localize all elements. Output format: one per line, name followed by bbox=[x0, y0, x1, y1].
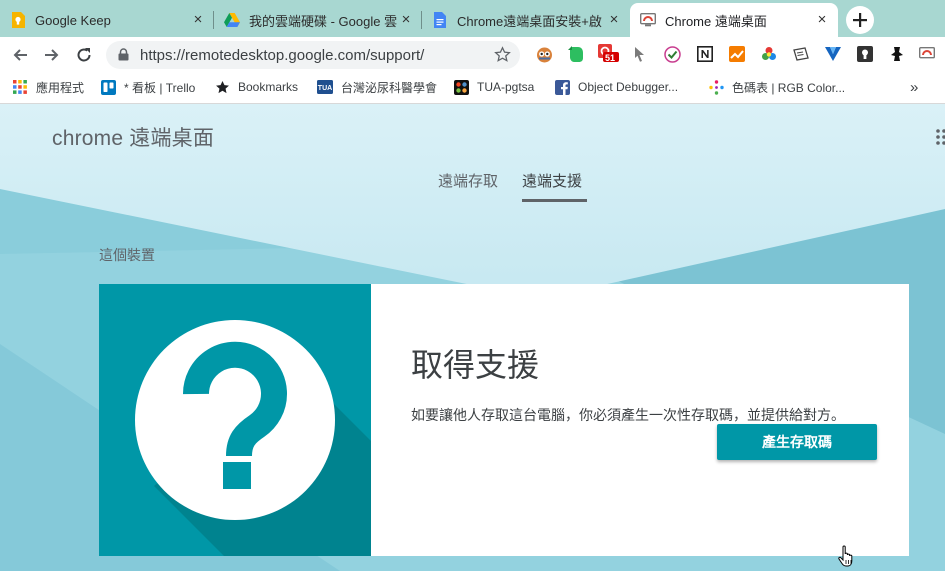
star-icon bbox=[214, 79, 230, 95]
bookmark-color-table[interactable]: 色碼表 | RGB Color... bbox=[708, 79, 845, 95]
arrow-left-icon bbox=[13, 49, 27, 61]
close-icon[interactable]: × bbox=[606, 12, 622, 28]
tab-strip: Google Keep × 我的雲端硬碟 - Google 雲 × Chrome… bbox=[0, 0, 945, 37]
reload-button[interactable] bbox=[73, 44, 95, 66]
remote-desktop-icon bbox=[640, 12, 656, 28]
close-icon[interactable]: × bbox=[190, 12, 206, 28]
tab-title: Chrome遠端桌面安裝+啟 bbox=[457, 13, 602, 29]
bookmark-label: * 看板 | Trello bbox=[124, 80, 196, 95]
nav-tab-remote-support[interactable]: 遠端支援 bbox=[522, 170, 582, 191]
address-bar[interactable]: https://remotedesktop.google.com/support… bbox=[106, 41, 520, 69]
tab-google-keep[interactable]: Google Keep × bbox=[0, 3, 214, 37]
tab-google-drive[interactable]: 我的雲端硬碟 - Google 雲 × bbox=[214, 3, 422, 37]
tab-chrome-remote-desktop[interactable]: Chrome 遠端桌面 × bbox=[630, 3, 838, 37]
bookmark-object-debugger[interactable]: Object Debugger... bbox=[554, 79, 678, 95]
reload-icon bbox=[77, 48, 91, 62]
tab-google-docs[interactable]: Chrome遠端桌面安裝+啟 × bbox=[422, 3, 630, 37]
extension-badge-count: 51 bbox=[605, 53, 616, 63]
bookmark-label: 色碼表 | RGB Color... bbox=[732, 80, 846, 95]
checkmark-extension-icon[interactable] bbox=[663, 45, 681, 63]
bookmark-trello[interactable]: * 看板 | Trello bbox=[100, 79, 195, 95]
get-support-card: 取得支援 如要讓他人存取這台電腦，你必須產生一次性存取碼，並提供給對方。 產生存… bbox=[99, 284, 909, 556]
facebook-icon bbox=[554, 79, 570, 95]
remote-desktop-extension-icon[interactable] bbox=[918, 45, 936, 63]
notepad-extension-icon[interactable] bbox=[792, 45, 810, 63]
bookmarks-bar: 應用程式 * 看板 | Trello Bookmarks TUA 台灣泌尿科醫學… bbox=[0, 72, 945, 104]
cursor-extension-icon[interactable] bbox=[631, 45, 649, 63]
forward-button[interactable] bbox=[41, 44, 63, 66]
notion-n-icon[interactable] bbox=[696, 45, 714, 63]
docs-icon bbox=[432, 12, 448, 28]
app-brand: chrome 遠端桌面 bbox=[52, 127, 215, 150]
ninja-extension-icon[interactable] bbox=[888, 45, 906, 63]
new-tab-button[interactable] bbox=[846, 6, 874, 34]
tua-icon: TUA bbox=[317, 79, 333, 95]
tab-title: 我的雲端硬碟 - Google 雲 bbox=[249, 13, 398, 29]
apps-grid-icon bbox=[12, 79, 28, 95]
browser-toolbar: https://remotedesktop.google.com/support… bbox=[0, 37, 945, 72]
nav-tab-remote-access[interactable]: 遠端存取 bbox=[438, 170, 498, 191]
apps-grid-icon[interactable] bbox=[936, 128, 945, 151]
card-title: 取得支援 bbox=[411, 347, 540, 383]
arrow-right-icon bbox=[45, 49, 59, 61]
bookmark-label: 台灣泌尿科醫學會 bbox=[341, 80, 438, 95]
bookmark-label: Object Debugger... bbox=[578, 80, 679, 94]
page-content: chrome 遠端桌面 遠端存取 遠端支援 這個裝置 取得支援 如要讓他人存取這… bbox=[0, 104, 945, 571]
close-icon[interactable]: × bbox=[398, 12, 414, 28]
chart-extension-icon[interactable] bbox=[728, 45, 746, 63]
joomla-icon bbox=[453, 79, 469, 95]
extension-badge-icon[interactable]: 51 bbox=[598, 44, 619, 63]
bookmark-label: TUA-pgtsa bbox=[477, 80, 535, 94]
help-illustration bbox=[99, 284, 371, 556]
close-icon[interactable]: × bbox=[814, 12, 830, 28]
section-label-this-device: 這個裝置 bbox=[99, 247, 155, 263]
tab-title: Google Keep bbox=[35, 12, 111, 28]
bookmark-label: 應用程式 bbox=[36, 80, 85, 95]
active-tab-indicator bbox=[522, 199, 587, 202]
bookmark-apps[interactable]: 應用程式 bbox=[12, 79, 84, 95]
dark-extension-icon[interactable] bbox=[856, 45, 874, 63]
lock-icon bbox=[118, 48, 129, 66]
drive-icon bbox=[224, 12, 240, 28]
keep-icon bbox=[10, 12, 26, 28]
bookmark-tua[interactable]: TUA 台灣泌尿科醫學會 bbox=[317, 79, 437, 95]
extension-owl-icon[interactable] bbox=[535, 45, 553, 63]
hand-cursor-icon bbox=[838, 545, 853, 567]
question-mark-icon bbox=[99, 284, 371, 556]
svg-text:TUA: TUA bbox=[318, 85, 332, 92]
bookmark-star-icon[interactable] bbox=[494, 46, 511, 68]
bookmark-tua-pgtsa[interactable]: TUA-pgtsa bbox=[453, 79, 534, 95]
v-extension-icon[interactable] bbox=[824, 45, 842, 63]
card-description: 如要讓他人存取這台電腦，你必須產生一次性存取碼，並提供給對方。 bbox=[411, 407, 845, 423]
url-text: https://remotedesktop.google.com/support… bbox=[140, 47, 425, 64]
color-dots-icon bbox=[708, 79, 724, 95]
evernote-icon[interactable] bbox=[567, 45, 585, 63]
trello-icon bbox=[100, 79, 116, 95]
color-wheel-icon[interactable] bbox=[760, 45, 778, 63]
bookmark-label: Bookmarks bbox=[238, 80, 299, 94]
bookmarks-overflow-button[interactable]: » bbox=[910, 79, 918, 96]
bookmark-bookmarks[interactable]: Bookmarks bbox=[214, 79, 298, 95]
tab-title: Chrome 遠端桌面 bbox=[665, 13, 767, 29]
generate-code-button[interactable]: 產生存取碼 bbox=[717, 424, 877, 460]
back-button[interactable] bbox=[9, 44, 31, 66]
plus-icon bbox=[853, 13, 867, 27]
